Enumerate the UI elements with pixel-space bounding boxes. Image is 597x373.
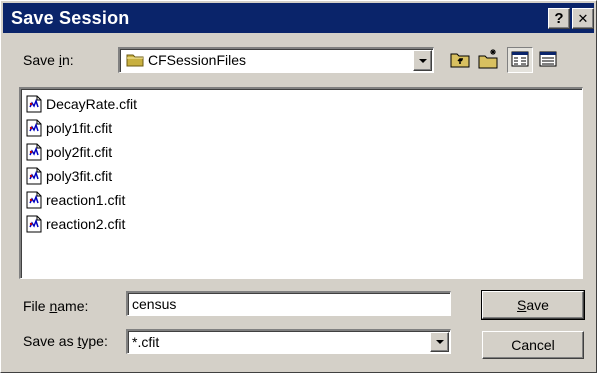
list-view-icon — [511, 51, 529, 70]
save-as-type-dropdown-arrow[interactable] — [430, 332, 449, 352]
file-list[interactable]: DecayRate.cfit poly1fit.cfit poly2fit.cfit… — [19, 87, 583, 279]
save-in-dropdown-arrow[interactable] — [413, 50, 432, 71]
create-new-folder-icon — [477, 48, 499, 73]
save-in-value: CFSessionFiles — [148, 52, 247, 68]
up-one-level-icon — [449, 49, 471, 72]
save-button[interactable]: Save — [481, 290, 585, 320]
close-button[interactable]: ✕ — [572, 7, 594, 29]
cfit-file-icon — [26, 191, 42, 209]
save-as-type-dropdown[interactable]: *.cfit — [126, 329, 451, 354]
cancel-button[interactable]: Cancel — [482, 331, 584, 359]
file-name-input[interactable]: census — [126, 291, 451, 316]
details-view-icon — [539, 51, 557, 70]
file-name: poly1fit.cfit — [46, 120, 113, 136]
save-session-dialog: Save Session ? ✕ Save in: CFSessionFiles — [0, 0, 597, 373]
details-view-button[interactable] — [535, 47, 561, 73]
file-list-item[interactable]: poly1fit.cfit — [21, 116, 582, 140]
create-new-folder-button[interactable] — [475, 47, 501, 73]
file-list-item[interactable]: DecayRate.cfit — [21, 92, 582, 116]
file-name: poly2fit.cfit — [46, 144, 113, 160]
help-button[interactable]: ? — [548, 7, 570, 29]
file-name: reaction2.cfit — [46, 216, 126, 232]
window-title: Save Session — [11, 7, 130, 28]
cfit-file-icon — [26, 95, 42, 113]
cfit-file-icon — [26, 215, 42, 233]
file-name: poly3fit.cfit — [46, 168, 113, 184]
file-list-item[interactable]: poly3fit.cfit — [21, 164, 582, 188]
file-name: DecayRate.cfit — [46, 96, 138, 112]
file-name-label: File name: — [23, 298, 89, 314]
list-view-button[interactable] — [507, 47, 533, 73]
save-as-type-value: *.cfit — [132, 334, 160, 350]
close-icon: ✕ — [577, 10, 589, 26]
up-one-level-button[interactable] — [447, 47, 473, 73]
cfit-file-icon — [26, 167, 42, 185]
save-as-type-label: Save as type: — [23, 333, 108, 349]
save-in-dropdown[interactable]: CFSessionFiles — [118, 47, 434, 73]
folder-icon — [126, 52, 144, 71]
help-icon: ? — [554, 9, 564, 27]
cfit-file-icon — [26, 143, 42, 161]
title-bar[interactable]: Save Session ? ✕ — [3, 3, 594, 33]
file-list-item[interactable]: reaction2.cfit — [21, 212, 582, 236]
file-name: reaction1.cfit — [46, 192, 126, 208]
save-in-label: Save in: — [23, 52, 74, 68]
cfit-file-icon — [26, 119, 42, 137]
file-list-item[interactable]: poly2fit.cfit — [21, 140, 582, 164]
file-list-item[interactable]: reaction1.cfit — [21, 188, 582, 212]
